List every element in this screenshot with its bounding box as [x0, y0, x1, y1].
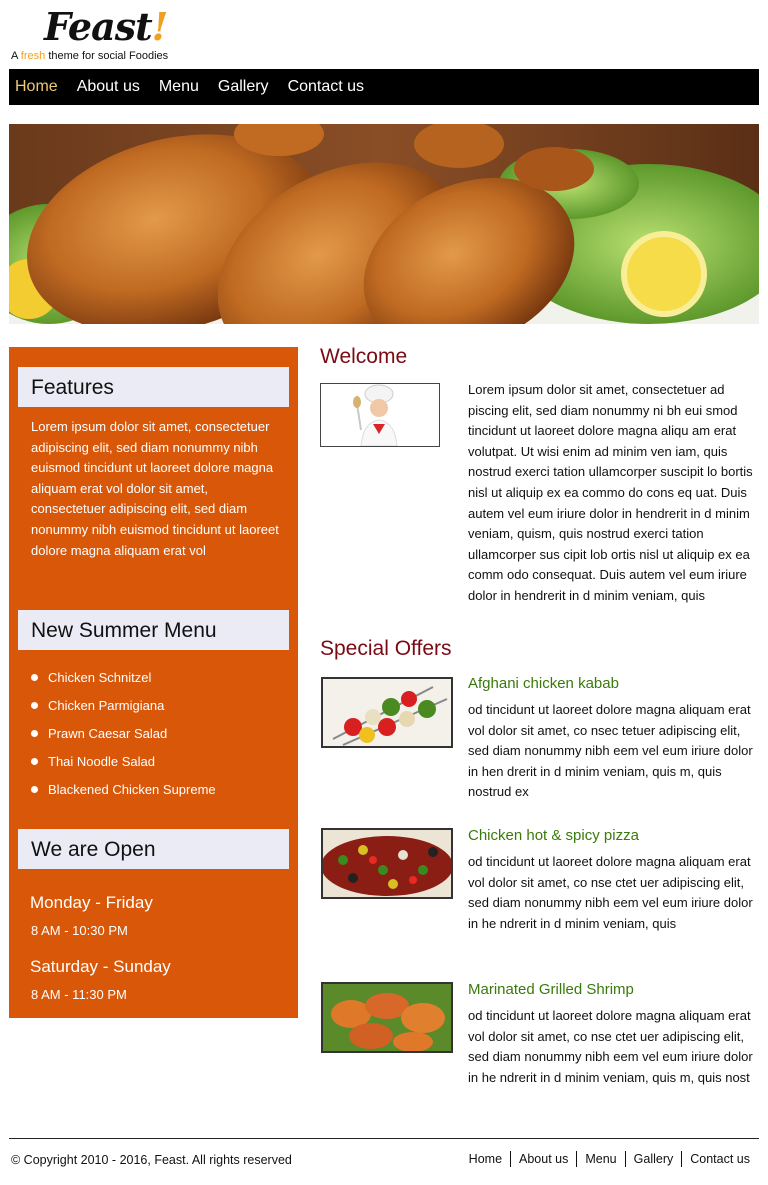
footer-link-contact-us[interactable]: Contact us [681, 1151, 758, 1167]
site-tagline: A fresh theme for social Foodies [11, 50, 168, 62]
nav-contact-us[interactable]: Contact us [288, 78, 364, 96]
tagline-post: theme for social Foodies [45, 50, 169, 62]
weekday-hours: 8 AM - 10:30 PM [31, 923, 128, 938]
open-hours-heading: We are Open [18, 829, 289, 869]
list-item[interactable]: Chicken Parmigiana [31, 695, 216, 723]
site-logo[interactable]: Feast! [44, 4, 169, 49]
features-text: Lorem ipsum dolor sit amet, consectetuer… [31, 419, 279, 558]
weekday-label: Monday - Friday [30, 893, 153, 912]
welcome-heading: Welcome [320, 345, 408, 368]
nav-gallery[interactable]: Gallery [218, 78, 269, 96]
shrimp-image [321, 982, 453, 1053]
list-item[interactable]: Chicken Schnitzel [31, 667, 216, 695]
offer-text-kabab: od tincidunt ut laoreet dolore magna ali… [468, 702, 753, 800]
chef-image [320, 383, 440, 447]
summer-menu-heading: New Summer Menu [18, 610, 289, 650]
offer-title-kabab[interactable]: Afghani chicken kabab [468, 675, 619, 692]
logo-exclamation: ! [151, 4, 169, 49]
offer-title-pizza[interactable]: Chicken hot & spicy pizza [468, 827, 639, 844]
welcome-text: Lorem ipsum dolor sit amet, consectetuer… [468, 382, 753, 603]
footer-link-home[interactable]: Home [461, 1151, 510, 1167]
footer-link-gallery[interactable]: Gallery [624, 1151, 682, 1167]
offer-text-pizza: od tincidunt ut laoreet dolore magna ali… [468, 854, 753, 931]
weekend-hours: 8 AM - 11:30 PM [31, 987, 127, 1002]
footer-divider [9, 1138, 759, 1139]
list-item[interactable]: Prawn Caesar Salad [31, 723, 216, 751]
summer-menu-list: Chicken Schnitzel Chicken Parmigiana Pra… [31, 667, 216, 807]
offer-title-shrimp[interactable]: Marinated Grilled Shrimp [468, 981, 634, 998]
pizza-image [321, 828, 453, 899]
main-nav: Home About us Menu Gallery Contact us [9, 69, 759, 105]
features-heading: Features [18, 367, 289, 407]
kabab-image [321, 677, 453, 748]
nav-about-us[interactable]: About us [77, 78, 140, 96]
nav-home[interactable]: Home [15, 78, 58, 96]
tagline-fresh: fresh [20, 50, 46, 62]
logo-text: Feast [44, 4, 153, 49]
footer-link-about-us[interactable]: About us [510, 1151, 576, 1167]
sidebar: Features Lorem ipsum dolor sit amet, con… [9, 347, 298, 1018]
nav-menu[interactable]: Menu [159, 78, 199, 96]
copyright-text: © Copyright 2010 - 2016, Feast. All righ… [11, 1153, 292, 1167]
weekend-label: Saturday - Sunday [30, 957, 171, 976]
tagline-pre: A [11, 50, 21, 62]
footer-link-menu[interactable]: Menu [576, 1151, 624, 1167]
list-item[interactable]: Blackened Chicken Supreme [31, 779, 216, 807]
offer-text-shrimp: od tincidunt ut laoreet dolore magna ali… [468, 1008, 753, 1085]
footer-nav: Home About us Menu Gallery Contact us [461, 1151, 758, 1167]
special-offers-heading: Special Offers [320, 637, 452, 660]
hero-banner-image [9, 124, 759, 324]
list-item[interactable]: Thai Noodle Salad [31, 751, 216, 779]
